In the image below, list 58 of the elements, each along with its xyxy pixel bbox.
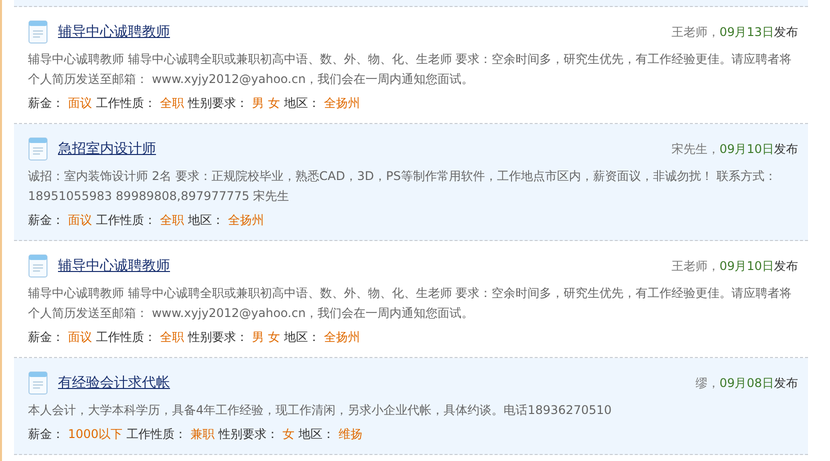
listing-title[interactable]: 急招室内设计师 bbox=[58, 140, 156, 158]
field-label: 工作性质： bbox=[96, 212, 156, 229]
listing-description: 诚招：室内装饰设计师 2名 要求：正规院校毕业，熟悉CAD，3D，PS等制作常用软件，工作地点市区内，薪资面议，非诚勿扰！ 联系方式：18951055983 89989808,897977775 宋先生 bbox=[28, 168, 778, 205]
field-label: 工作性质： bbox=[96, 329, 156, 346]
post-date: 09月10日 bbox=[719, 140, 774, 158]
field-value: 维扬 bbox=[338, 426, 363, 443]
field-value: 全职 bbox=[160, 212, 184, 229]
field-value: 面议 bbox=[68, 329, 92, 346]
author-name: 王老师 bbox=[671, 24, 708, 40]
field-value: 面议 bbox=[68, 95, 92, 112]
separator-comma: ， bbox=[707, 258, 720, 274]
field-label: 地区： bbox=[284, 329, 320, 346]
field-value: 男 女 bbox=[252, 329, 280, 346]
post-date: 09月13日 bbox=[719, 24, 774, 40]
field-label: 性别要求： bbox=[218, 426, 279, 443]
field-label: 地区： bbox=[188, 212, 224, 229]
field-value: 面议 bbox=[68, 212, 92, 229]
separator-comma: ， bbox=[707, 374, 720, 392]
posted-label: 发布 bbox=[774, 374, 798, 392]
field-value: 全扬州 bbox=[324, 95, 360, 112]
posted-label: 发布 bbox=[774, 258, 798, 274]
field-label: 薪金： bbox=[28, 95, 64, 112]
post-date: 09月08日 bbox=[719, 374, 774, 392]
author-name: 缪 bbox=[695, 374, 708, 392]
listing-title[interactable]: 辅导中心诚聘教师 bbox=[58, 257, 170, 275]
separator-comma: ， bbox=[707, 24, 720, 40]
separator-comma: ， bbox=[707, 140, 720, 158]
listing-description: 本人会计，大学本科学历，具备4年工作经验，现工作清闲，另求小企业代帐，具体约谈。电话18936270510 bbox=[28, 402, 613, 419]
field-value: 全职 bbox=[160, 329, 184, 346]
post-date: 09月10日 bbox=[719, 258, 774, 274]
listing-title[interactable]: 有经验会计求代帐 bbox=[58, 374, 170, 392]
document-icon bbox=[28, 371, 48, 395]
listing-description: 辅导中心诚聘教师 辅导中心诚聘全职或兼职初高中语、数、外、物、化、生老师 要求：空余时间多，研究生优先，有工作经验更佳。请应聘者将个人简历发送至邮箱： www.xyjy2012@yahoo.cn，我们会在一周内通知您面试。 bbox=[28, 51, 793, 88]
field-label: 地区： bbox=[298, 426, 335, 443]
field-value: 1000以下 bbox=[68, 426, 123, 443]
field-value: 全职 bbox=[160, 95, 184, 112]
field-value: 全扬州 bbox=[228, 212, 264, 229]
document-icon bbox=[28, 20, 48, 44]
field-value: 女 bbox=[282, 426, 295, 443]
field-value: 全扬州 bbox=[324, 329, 360, 346]
field-value: 兼职 bbox=[190, 426, 215, 443]
field-label: 性别要求： bbox=[188, 95, 248, 112]
document-icon bbox=[28, 137, 48, 161]
field-label: 薪金： bbox=[28, 212, 64, 229]
listing-description: 辅导中心诚聘教师 辅导中心诚聘全职或兼职初高中语、数、外、物、化、生老师 要求：空余时间多，研究生优先，有工作经验更佳。请应聘者将个人简历发送至邮箱： www.xyjy2012@yahoo.cn，我们会在一周内通知您面试。 bbox=[28, 285, 793, 322]
field-label: 薪金： bbox=[28, 426, 64, 443]
field-label: 性别要求： bbox=[188, 329, 248, 346]
author-name: 宋先生 bbox=[671, 140, 708, 158]
field-value: 男 女 bbox=[252, 95, 280, 112]
document-icon bbox=[28, 254, 48, 278]
posted-label: 发布 bbox=[774, 140, 798, 158]
author-name: 王老师 bbox=[671, 258, 708, 274]
field-label: 地区： bbox=[284, 95, 320, 112]
field-label: 薪金： bbox=[28, 329, 64, 346]
listing-title[interactable]: 辅导中心诚聘教师 bbox=[58, 23, 170, 41]
field-label: 工作性质： bbox=[96, 95, 156, 112]
field-label: 工作性质： bbox=[126, 426, 187, 443]
posted-label: 发布 bbox=[774, 24, 798, 40]
